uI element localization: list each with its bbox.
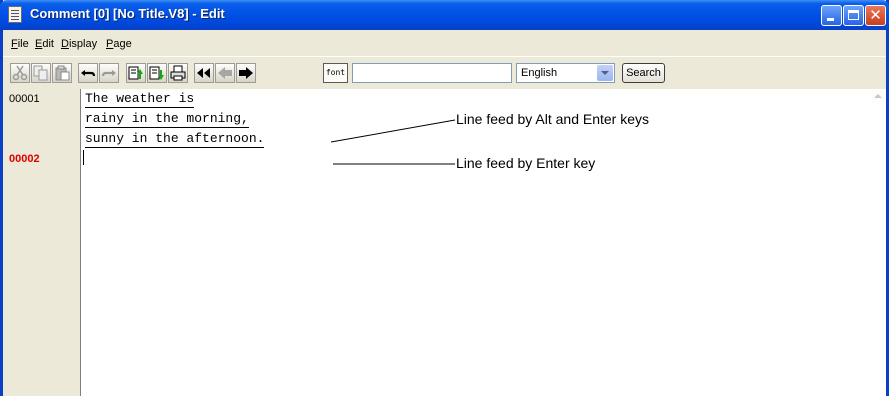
line-number-gutter: 00001 00002 — [3, 89, 80, 396]
line-number: 00001 — [9, 93, 40, 105]
next-button[interactable] — [236, 63, 256, 83]
cut-button[interactable] — [10, 63, 30, 83]
notepad-icon — [8, 6, 22, 23]
close-button[interactable]: ✕ — [865, 5, 886, 26]
copy-to-clipboard-icon — [128, 66, 143, 80]
undo-icon — [81, 70, 96, 77]
redo-button[interactable] — [99, 63, 119, 83]
jump-to-first-button[interactable] — [194, 63, 214, 83]
minimize-button[interactable] — [821, 5, 842, 26]
print-button[interactable] — [168, 63, 188, 83]
text-caret — [83, 150, 84, 165]
language-value: English — [521, 67, 558, 79]
arrow-left-icon — [218, 67, 232, 79]
menu-bar: File Edit Display Page — [3, 30, 886, 57]
paste-icon — [55, 65, 70, 81]
edit-line[interactable]: sunny in the afternoon. — [85, 131, 265, 148]
print-icon — [170, 65, 186, 81]
copy-to-clipboard-button[interactable] — [126, 63, 146, 83]
copy-icon — [33, 65, 48, 81]
double-arrow-left-icon — [197, 68, 210, 78]
menu-file[interactable]: File — [11, 38, 29, 50]
language-select[interactable]: English — [516, 63, 615, 83]
cut-icon — [12, 65, 28, 81]
editor-window: Comment [0] [No Title.V8] - Edit ✕ File … — [0, 0, 889, 396]
menu-display-mnemonic: D — [61, 38, 69, 50]
title-bar[interactable]: Comment [0] [No Title.V8] - Edit ✕ — [0, 0, 889, 30]
vertical-scrollbar[interactable] — [870, 89, 886, 396]
annotation-leader-lines — [330, 119, 456, 165]
redo-icon — [101, 70, 116, 77]
arrow-right-icon — [239, 67, 253, 79]
menu-file-rest: ile — [17, 38, 29, 50]
search-button[interactable]: Search — [622, 63, 665, 83]
maximize-icon — [848, 10, 859, 20]
toolbar: font English Search — [3, 57, 886, 90]
comment-editor[interactable]: The weather is rainy in the morning, sun… — [80, 89, 871, 396]
menu-edit-rest: dit — [42, 38, 54, 50]
maximize-button[interactable] — [843, 5, 864, 26]
undo-button[interactable] — [78, 63, 98, 83]
paste-button[interactable] — [52, 63, 72, 83]
annotation-alt-enter: Line feed by Alt and Enter keys — [456, 111, 650, 127]
window-title: Comment [0] [No Title.V8] - Edit — [30, 6, 225, 21]
minimize-icon — [827, 18, 834, 21]
copy-button[interactable] — [31, 63, 51, 83]
font-button[interactable]: font — [323, 63, 348, 83]
annotation-enter: Line feed by Enter key — [456, 155, 596, 171]
scroll-up-arrow-icon[interactable] — [871, 90, 885, 104]
search-input[interactable] — [352, 63, 512, 83]
paste-from-clipboard-button[interactable] — [147, 63, 167, 83]
edit-line[interactable]: rainy in the morning, — [85, 111, 249, 128]
line-number-active: 00002 — [9, 153, 40, 165]
menu-display[interactable]: Display — [61, 38, 97, 50]
menu-edit[interactable]: Edit — [35, 38, 54, 50]
chevron-down-icon[interactable] — [597, 65, 613, 81]
menu-page[interactable]: Page — [106, 38, 132, 50]
close-icon: ✕ — [869, 6, 882, 24]
edit-line[interactable]: The weather is — [85, 91, 195, 108]
menu-file-mnemonic: F — [11, 38, 18, 50]
paste-from-clipboard-icon — [149, 66, 164, 80]
menu-page-rest: age — [113, 38, 132, 50]
previous-button[interactable] — [215, 63, 235, 83]
menu-display-rest: isplay — [68, 38, 98, 50]
